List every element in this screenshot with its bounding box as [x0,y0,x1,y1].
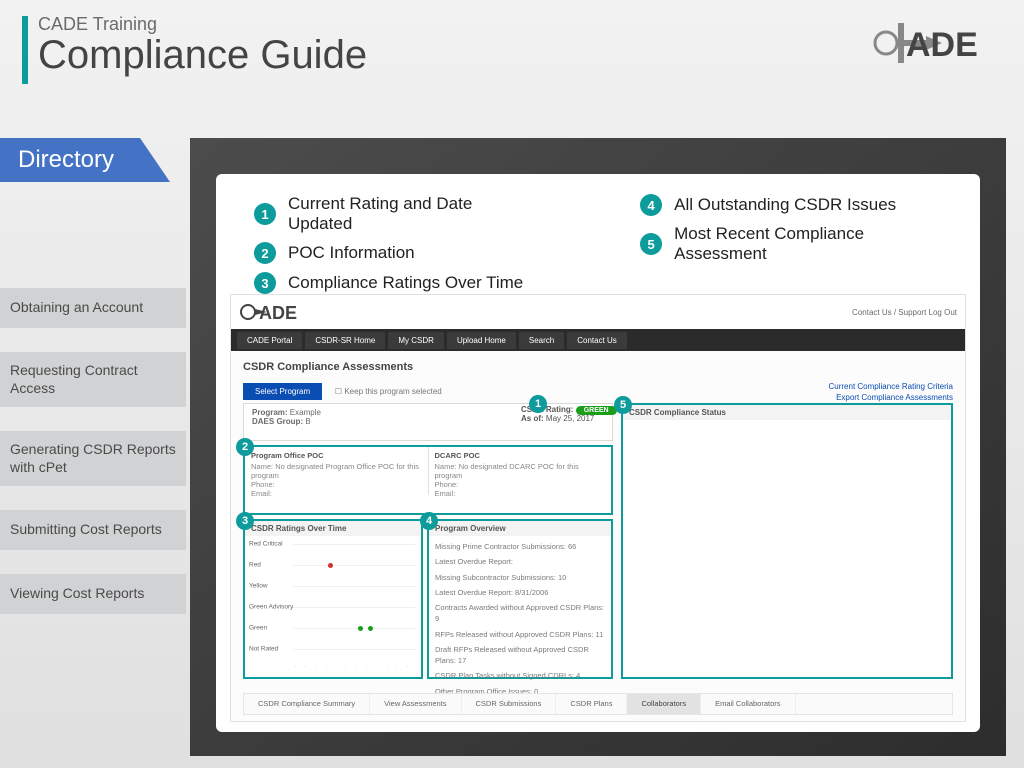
overview-title: Program Overview [429,521,611,536]
mini-nav: CADE Portal CSDR-SR Home My CSDR Upload … [231,329,965,351]
keep-selected-checkbox[interactable]: ☐ Keep this program selected [335,387,442,396]
mini-top-links[interactable]: Contact Us / Support Log Out [852,308,957,317]
mini-nav-upload[interactable]: Upload Home [447,332,516,349]
legend-num-5: 5 [640,233,662,255]
legend-num-2: 2 [254,242,276,264]
mini-nav-portal[interactable]: CADE Portal [237,332,302,349]
sidebar-item-submit-reports[interactable]: Submitting Cost Reports [0,510,186,550]
chart-title: CSDR Ratings Over Time [245,521,421,536]
poc-left: Program Office POC Name: No designated P… [245,447,429,495]
page-header: CADE Training Compliance Guide [22,14,367,75]
content-stage: 1Current Rating and Date Updated 2POC In… [190,138,1006,756]
sidebar-item-generate-reports[interactable]: Generating CSDR Reports with cPet [0,431,186,486]
mini-nav-search[interactable]: Search [519,332,564,349]
legend-right: 4All Outstanding CSDR Issues 5Most Recen… [640,194,948,294]
svg-text:ADE: ADE [259,303,297,323]
legend-item-4: 4All Outstanding CSDR Issues [640,194,948,216]
btab-assessments[interactable]: View Assessments [370,694,461,714]
sidebar-item-view-reports[interactable]: Viewing Cost Reports [0,574,186,614]
overview-rows: Missing Prime Contractor Submissions: 66… [429,536,611,706]
directory-label: Directory [18,146,114,174]
embedded-screenshot: ADE Contact Us / Support Log Out CADE Po… [230,294,966,722]
mini-page-title: CSDR Compliance Assessments [243,361,953,373]
mini-nav-csdrsr[interactable]: CSDR-SR Home [305,332,385,349]
mini-cade-logo: ADE [239,299,309,325]
btab-collaborators[interactable]: Collaborators [627,694,701,714]
header-title: Compliance Guide [38,35,367,75]
ratings-chart: Red CriticalRedYellowGreen AdvisoryGreen… [245,536,421,674]
marker-3: 3 [236,512,254,530]
legend-num-4: 4 [640,194,662,216]
btab-summary[interactable]: CSDR Compliance Summary [244,694,370,714]
marker-4: 4 [420,512,438,530]
legend-item-3: 3Compliance Ratings Over Time [254,272,530,294]
svg-text:ADE: ADE [906,26,978,64]
legend-item-1: 1Current Rating and Date Updated [254,194,530,234]
mini-nav-contact[interactable]: Contact Us [567,332,627,349]
legend-item-2: 2POC Information [254,242,530,264]
ratings-chart-box: 3 CSDR Ratings Over Time Red CriticalRed… [243,519,423,679]
mini-body: CSDR Compliance Assessments Select Progr… [231,351,965,721]
poc-box: 2 Program Office POC Name: No designated… [243,445,613,515]
btab-submissions[interactable]: CSDR Submissions [462,694,557,714]
mini-right-links[interactable]: Current Compliance Rating Criteria Expor… [829,381,954,403]
compliance-status-box: 5 CSDR Compliance Status [621,403,953,679]
mini-topbar: ADE Contact Us / Support Log Out [231,295,965,329]
cade-logo: ADE [872,18,1002,73]
select-program-button[interactable]: Select Program [243,383,322,400]
sidebar-item-request-access[interactable]: Requesting Contract Access [0,352,186,407]
marker-5: 5 [614,396,632,414]
program-overview-box: 4 Program Overview Missing Prime Contrac… [427,519,613,679]
content-card: 1Current Rating and Date Updated 2POC In… [216,174,980,732]
marker-1: 1 [529,395,547,413]
directory-tab[interactable]: Directory [0,138,170,182]
sidebar-item-obtaining-account[interactable]: Obtaining an Account [0,288,186,328]
marker-2: 2 [236,438,254,456]
legend: 1Current Rating and Date Updated 2POC In… [230,188,966,300]
header-subtitle: CADE Training [38,14,367,35]
header-accent-bar [22,16,28,84]
legend-item-5: 5Most Recent Compliance Assessment [640,224,948,264]
legend-num-1: 1 [254,203,276,225]
mini-nav-mycsdr[interactable]: My CSDR [388,332,444,349]
legend-left: 1Current Rating and Date Updated 2POC In… [254,194,530,294]
btab-email[interactable]: Email Collaborators [701,694,795,714]
status-title: CSDR Compliance Status [623,405,951,420]
legend-num-3: 3 [254,272,276,294]
btab-plans[interactable]: CSDR Plans [556,694,627,714]
sidebar: Obtaining an Account Requesting Contract… [0,288,186,614]
bottom-tabs: CSDR Compliance Summary View Assessments… [243,693,953,715]
poc-right: DCARC POC Name: No designated DCARC POC … [429,447,612,495]
